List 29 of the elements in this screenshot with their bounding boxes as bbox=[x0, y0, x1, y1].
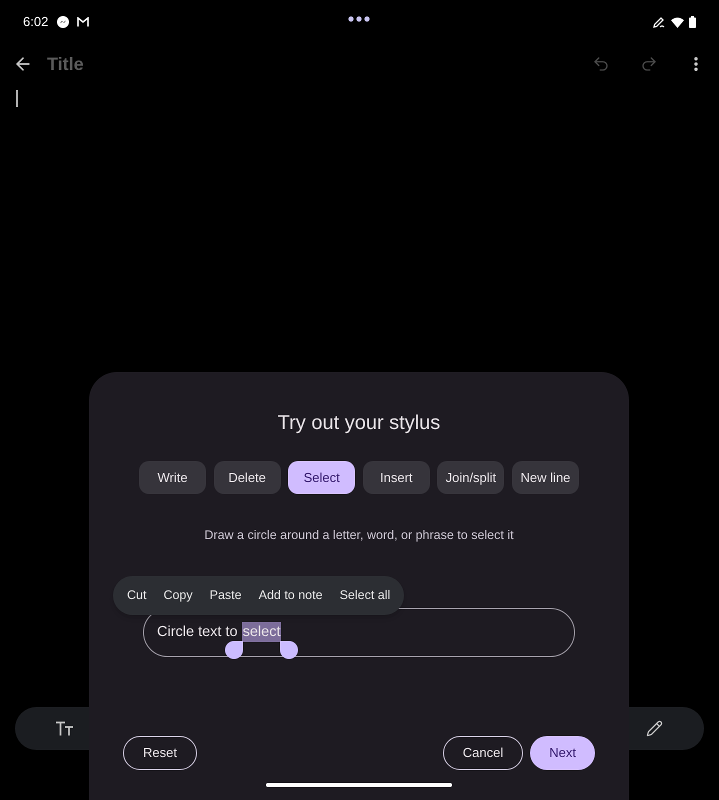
menu-item[interactable]: Select all bbox=[340, 586, 390, 605]
menu-item[interactable]: Cut bbox=[127, 586, 146, 605]
outlined-button[interactable]: Reset bbox=[123, 736, 197, 770]
mode-chip[interactable]: New line bbox=[512, 461, 579, 494]
text-format-icon[interactable] bbox=[55, 721, 74, 736]
mail-icon bbox=[77, 17, 90, 27]
text-selection: select bbox=[242, 622, 282, 642]
mode-chip[interactable]: Delete bbox=[214, 461, 281, 494]
instruction-text: Draw a circle around a letter, word, or phrase to select it bbox=[204, 527, 514, 544]
battery-icon bbox=[689, 16, 696, 28]
stylus-icon bbox=[653, 16, 665, 28]
mode-chip[interactable]: Select bbox=[288, 461, 356, 494]
status-time: 6:02 bbox=[23, 13, 48, 32]
mode-chip[interactable]: Insert bbox=[362, 461, 430, 494]
menu-item[interactable]: Add to note bbox=[258, 586, 323, 605]
primary-button[interactable]: Next bbox=[530, 736, 595, 770]
menu-item[interactable]: Paste bbox=[210, 586, 242, 605]
pencil-icon[interactable] bbox=[646, 720, 663, 737]
end-selection-handle[interactable] bbox=[280, 640, 298, 659]
more-dots-icon[interactable] bbox=[348, 16, 370, 22]
mode-chip[interactable]: Join/split bbox=[437, 461, 504, 494]
mode-chip[interactable]: Write bbox=[139, 461, 206, 494]
text-cursor bbox=[16, 90, 18, 107]
menu-item[interactable]: Copy bbox=[163, 586, 193, 605]
wifi-icon bbox=[671, 16, 684, 28]
sheet-title: Try out your stylus bbox=[278, 411, 440, 436]
start-selection-handle[interactable] bbox=[224, 640, 243, 659]
messenger-icon bbox=[57, 16, 70, 28]
outlined-button[interactable]: Cancel bbox=[442, 736, 524, 770]
